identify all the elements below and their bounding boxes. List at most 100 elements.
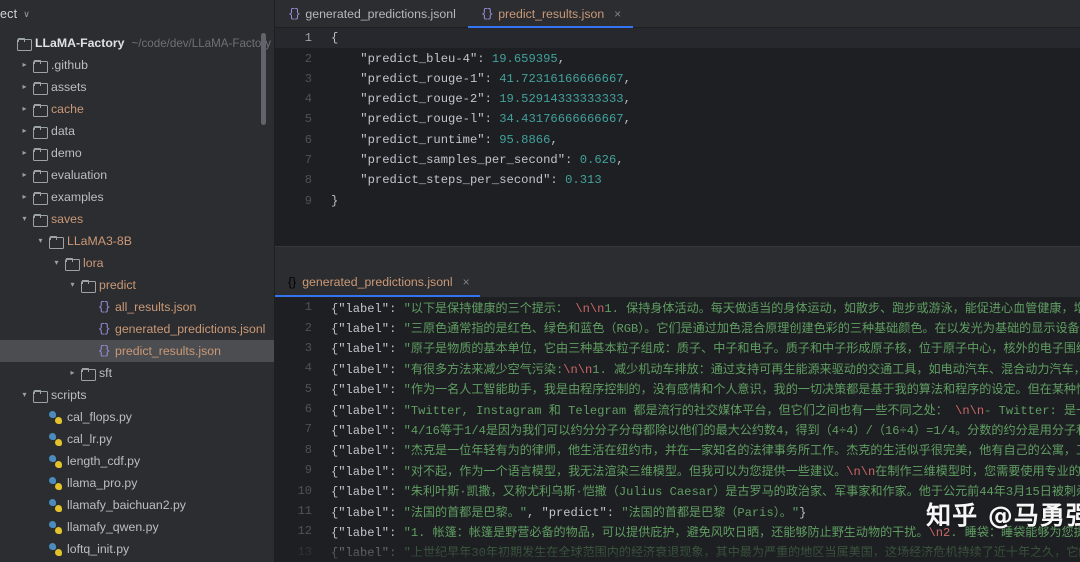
tree-item[interactable]: predict [0,274,275,296]
jsonl-line[interactable]: 2 {"label": "三原色通常指的是红色、绿色和蓝色（RGB）。它们是通过加… [275,317,1080,337]
code-line-current[interactable]: 1{ [275,28,1080,49]
jsonl-line-text: {"label": "以下是保持健康的三个提示： \n\n1. 保持身体活动。每… [331,301,1080,316]
tree-item[interactable]: {} all_results.json [0,296,275,318]
jsonl-line[interactable]: 6 {"label": "Twitter, Instagram 和 Telegra… [275,399,1080,419]
jsonl-line[interactable]: 11 {"label": "法国的首都是巴黎。", "predict": "法国的… [275,501,1080,521]
sidebar-scrollbar-thumb[interactable] [261,33,266,125]
jsonl-line[interactable]: 9 {"label": "对不起，作为一个语言模型，我无法渲染三维模型。但我可以为… [275,460,1080,480]
editor-tab-inactive[interactable]: {} generated_predictions.jsonl [275,0,468,27]
jsonl-line-text: {"label": "4/16等于1/4是因为我们可以约分分子分母都除以他们的最… [331,423,1080,438]
tree-item[interactable]: evaluation [0,164,275,186]
line-number: 12 [297,524,312,539]
close-icon[interactable]: × [463,275,470,289]
jsonl-line[interactable]: 1 {"label": "以下是保持健康的三个提示： \n\n1. 保持身体活动。… [275,297,1080,317]
expand-arrow-icon[interactable] [66,369,79,377]
folder-icon [79,279,96,293]
line-number: 13 [297,544,312,559]
tree-item[interactable]: cal_flops.py [0,406,275,428]
tree-item-label: LLaMA-Factory [35,36,125,50]
tree-item-label: all_results.json [115,300,197,314]
bottom-editor-tab-label: generated_predictions.jsonl [302,274,453,289]
expand-arrow-icon[interactable] [18,83,31,91]
jsonl-line-text: {"label": "原子是物质的基本单位，它由三种基本粒子组成：质子、中子和电… [331,342,1080,357]
chevron-down-icon[interactable]: ∨ [23,9,30,20]
tree-item[interactable]: llamafy_qwen.py [0,516,275,538]
jsonl-line[interactable]: 4 {"label": "有很多方法来减少空气污染:\n\n1. 减少机动车排放：… [275,358,1080,378]
folder-icon [31,103,48,117]
jsonl-line[interactable]: 13 {"label": "上世纪早年30年初期发生在全球范围内的经济衰退现象，其… [275,542,1080,562]
editor-tab-bar[interactable]: {} generated_predictions.jsonl {} predict_r… [275,0,1080,29]
tree-item[interactable]: sft [0,362,275,384]
tree-item[interactable]: .github [0,54,275,76]
expand-arrow-icon[interactable] [18,149,31,157]
tree-item[interactable]: length_cdf.py [0,450,275,472]
tree-item-label: .github [51,58,88,72]
project-tree[interactable]: LLaMA-Factory ~/code/dev/LLaMA-Factory .… [0,28,275,560]
tree-root-llama-factory[interactable]: LLaMA-Factory ~/code/dev/LLaMA-Factory [0,32,275,54]
code-line[interactable]: 6 "predict_runtime": 95.8866, [275,130,1080,150]
expand-arrow-icon[interactable] [18,193,31,201]
tree-item[interactable]: data [0,120,275,142]
tree-item[interactable]: cache [0,98,275,120]
tree-item[interactable]: lora [0,252,275,274]
jsonl-line-text: {"label": "上世纪早年30年初期发生在全球范围内的经济衰退现象，其中最… [331,546,1080,561]
code-line-text: "predict_bleu-4": 19.659395, [331,51,566,66]
jsonl-line[interactable]: 12 {"label": "1. 帐篷：帐篷是野营必备的物品，可以提供庇护，避免风… [275,521,1080,541]
tree-item[interactable]: assets [0,76,275,98]
project-sidebar: ect ∨ LLaMA-Factory ~/code/dev/LLaMA-Fac… [0,0,275,562]
json-file-icon: {} [97,344,111,358]
editor-area: {} generated_predictions.jsonl {} predict_r… [275,0,1080,562]
editor-tab-label: predict_results.json [498,6,605,21]
editor-predict-results-json[interactable]: 1{2 "predict_bleu-4": 19.659395, 3 "predi… [275,28,1080,246]
editor-generated-predictions-jsonl[interactable]: 1 {"label": "以下是保持健康的三个提示： \n\n1. 保持身体活动。… [275,296,1080,562]
tree-item-label: cal_lr.py [67,432,113,446]
line-number: 1 [304,300,312,315]
tree-item[interactable]: llamafy_baichuan2.py [0,494,275,516]
expand-arrow-icon[interactable] [18,105,31,113]
tree-item[interactable]: examples [0,186,275,208]
collapse-arrow-icon[interactable] [18,391,31,399]
tree-item[interactable]: {} generated_predictions.jsonl [0,318,275,340]
tree-item[interactable]: saves [0,208,275,230]
code-line-text: "predict_rouge-l": 34.43176666666667, [331,112,631,127]
code-line[interactable]: 3 "predict_rouge-1": 41.72316166666667, [275,69,1080,89]
tree-item-selected[interactable]: {} predict_results.json [0,340,275,362]
line-number: 7 [304,422,312,437]
expand-arrow-icon[interactable] [18,171,31,179]
bottom-tab-bar[interactable]: {} generated_predictions.jsonl × [275,266,1080,297]
python-file-icon [47,410,64,424]
collapse-arrow-icon[interactable] [34,237,47,245]
jsonl-line[interactable]: 8 {"label": "杰克是一位年轻有为的律师，他生活在纽约市，并在一家知名的… [275,440,1080,460]
expand-arrow-icon[interactable] [18,61,31,69]
jsonl-line[interactable]: 10 {"label": "朱利叶斯·凯撒，又称尤利乌斯·恺撒（Julius Ca… [275,480,1080,500]
code-line[interactable]: 7 "predict_samples_per_second": 0.626, [275,150,1080,170]
tree-item-label: demo [51,146,82,160]
jsonl-line[interactable]: 3 {"label": "原子是物质的基本单位，它由三种基本粒子组成：质子、中子和… [275,338,1080,358]
jsonl-line-text: {"label": "法国的首都是巴黎。", "predict": "法国的首都… [331,505,807,520]
tree-item[interactable]: demo [0,142,275,164]
bottom-editor-tab[interactable]: {} generated_predictions.jsonl × [275,267,480,297]
tree-item[interactable]: loftq_init.py [0,538,275,560]
code-line[interactable]: 4 "predict_rouge-2": 19.52914333333333, [275,89,1080,109]
close-icon[interactable]: × [614,7,621,21]
jsonl-line[interactable]: 7 {"label": "4/16等于1/4是因为我们可以约分分子分母都除以他们的… [275,419,1080,439]
collapse-arrow-icon[interactable] [18,215,31,223]
editor-tab-active[interactable]: {} predict_results.json × [467,0,634,29]
code-line[interactable]: 8 "predict_steps_per_second": 0.313 [275,170,1080,190]
editor-tab-label: generated_predictions.jsonl [305,6,456,21]
tree-item[interactable]: cal_lr.py [0,428,275,450]
code-line-text: { [331,31,339,46]
ide-window: ect ∨ LLaMA-Factory ~/code/dev/LLaMA-Fac… [0,0,1080,562]
code-line[interactable]: 5 "predict_rouge-l": 34.43176666666667, [275,109,1080,129]
tree-item[interactable]: LLaMA3-8B [0,230,275,252]
collapse-arrow-icon[interactable] [66,281,79,289]
jsonl-line[interactable]: 5 {"label": "作为一名人工智能助手，我是由程序控制的，没有感情和个人意… [275,378,1080,398]
tree-item-label: loftq_init.py [67,542,130,556]
tree-item[interactable]: llama_pro.py [0,472,275,494]
expand-arrow-icon[interactable] [18,127,31,135]
project-tool-window-header[interactable]: ect ∨ [0,0,275,28]
code-line[interactable]: 2 "predict_bleu-4": 19.659395, [275,48,1080,68]
code-line[interactable]: 9} [275,191,1080,211]
tree-item[interactable]: scripts [0,384,275,406]
collapse-arrow-icon[interactable] [50,259,63,267]
